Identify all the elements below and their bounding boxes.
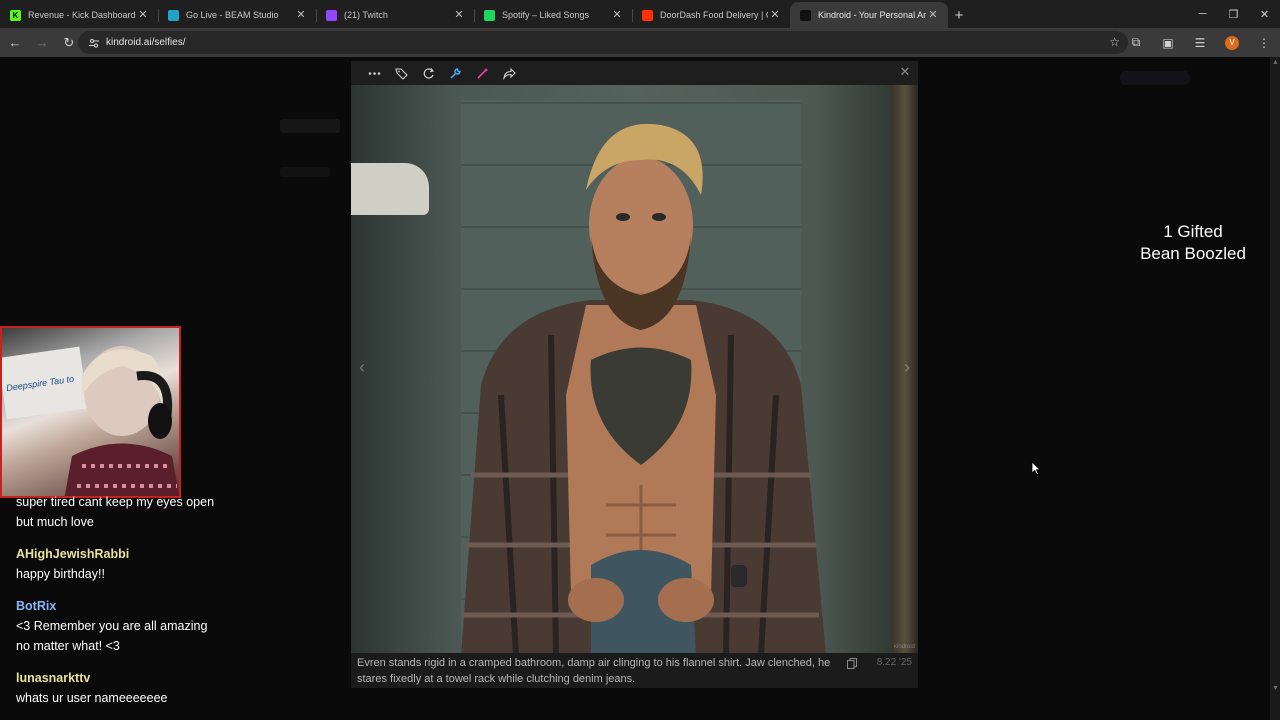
- gift-alert-line2: Bean Boozled: [1140, 244, 1246, 263]
- address-bar[interactable]: kindroid.ai/selfies/ ☆: [78, 31, 1128, 54]
- tab-favicon-icon: K: [10, 9, 21, 21]
- back-icon[interactable]: ←: [3, 31, 27, 55]
- profile-avatar[interactable]: V: [1225, 35, 1239, 50]
- tab-close-icon[interactable]: ✕: [294, 8, 308, 22]
- regenerate-icon[interactable]: [415, 63, 442, 83]
- new-tab-button[interactable]: +: [948, 2, 970, 28]
- tab-close-icon[interactable]: ✕: [452, 8, 466, 22]
- tab-favicon-icon: [326, 9, 337, 21]
- window-controls: ─ ❐ ✕: [1187, 0, 1280, 28]
- tab-close-icon[interactable]: ✕: [926, 8, 940, 22]
- forward-icon[interactable]: →: [30, 31, 54, 55]
- minimize-icon[interactable]: ─: [1187, 0, 1218, 28]
- share-icon[interactable]: [496, 63, 523, 83]
- chat-message: <3 Remember you are all amazing no matte…: [16, 619, 208, 653]
- tab-close-icon[interactable]: ✕: [136, 8, 150, 22]
- tab-favicon-icon: [484, 9, 495, 21]
- close-modal-icon[interactable]: ✕: [898, 65, 912, 79]
- chat-gap: [16, 532, 216, 544]
- chat-username: BotRix: [16, 599, 57, 613]
- background-nav-item: [280, 167, 330, 177]
- extensions-icon[interactable]: ⧉: [1120, 31, 1152, 55]
- tab-strip: K Revenue - Kick Dashboard ✕ Go Live - BEAM…: [0, 0, 948, 28]
- browser-tab[interactable]: DoorDash Food Delivery | Chec✕: [632, 2, 790, 28]
- bookmark-star-icon[interactable]: ☆: [1109, 35, 1120, 49]
- background-nav-item: [280, 119, 340, 133]
- streamer-figure: [64, 346, 179, 496]
- close-window-icon[interactable]: ✕: [1249, 0, 1280, 28]
- copy-icon[interactable]: [847, 658, 857, 669]
- selfie-image: ‹ › kindroid: [351, 85, 918, 653]
- background-badge: [1120, 71, 1190, 85]
- url-text: kindroid.ai/selfies/: [106, 37, 186, 48]
- gift-alert: 1 Gifted Bean Boozled: [1128, 221, 1258, 265]
- magic-wand-icon[interactable]: [469, 63, 496, 83]
- more-options-icon[interactable]: [361, 63, 388, 83]
- chat-overlay: super tired cant keep my eyes open but m…: [16, 492, 216, 708]
- chat-gap: [16, 584, 216, 596]
- chat-message: happy birthday!!: [16, 567, 105, 581]
- browser-tab[interactable]: Go Live - BEAM Studio ✕: [158, 2, 316, 28]
- next-image-icon[interactable]: ›: [904, 357, 910, 378]
- chat-message: whats ur user nameeeeeee: [16, 691, 168, 705]
- browser-tab[interactable]: (21) Twitch ✕: [316, 2, 474, 28]
- browser-toolbar: ← → ↻ kindroid.ai/selfies/ ☆ ⧉ ▣ ☰ V ⋮: [0, 28, 1280, 57]
- tab-title: Spotify – Liked Songs: [502, 10, 590, 20]
- media-control-icon[interactable]: ☰: [1184, 31, 1216, 55]
- tags-icon[interactable]: [388, 63, 415, 83]
- tab-title: Kindroid - Your Personal Artific: [818, 10, 926, 20]
- chat-username: AHighJewishRabbi: [16, 547, 130, 561]
- scroll-up-icon[interactable]: ▲: [1272, 59, 1279, 66]
- chat-message: super tired cant keep my eyes open but m…: [16, 495, 215, 529]
- selfie-date: 8.22 '25: [876, 657, 912, 668]
- tab-title: DoorDash Food Delivery | Chec: [660, 10, 768, 20]
- menu-kebab-icon[interactable]: ⋮: [1248, 31, 1280, 55]
- wall-fixture: [351, 163, 429, 215]
- browser-tab[interactable]: K Revenue - Kick Dashboard ✕: [0, 2, 158, 28]
- previous-image-icon[interactable]: ‹: [359, 357, 365, 378]
- chat-gap: [16, 656, 216, 668]
- browser-tab[interactable]: Kindroid - Your Personal Artific✕: [790, 2, 948, 28]
- tab-close-icon[interactable]: ✕: [610, 8, 624, 22]
- tab-favicon-icon: [168, 9, 179, 21]
- man-figure: [461, 123, 826, 653]
- selfie-caption: Evren stands rigid in a cramped bathroom…: [357, 657, 831, 685]
- image-watermark: kindroid: [893, 644, 915, 650]
- tab-title: Revenue - Kick Dashboard: [28, 10, 136, 20]
- tab-close-icon[interactable]: ✕: [768, 8, 782, 22]
- cast-icon[interactable]: ▣: [1152, 31, 1184, 55]
- scroll-down-icon[interactable]: ▼: [1272, 685, 1279, 692]
- tab-favicon-icon: [642, 9, 653, 21]
- mouse-cursor-icon: [1031, 461, 1041, 475]
- tab-title: (21) Twitch: [344, 10, 388, 20]
- site-settings-icon[interactable]: [88, 37, 100, 49]
- restore-icon[interactable]: ❐: [1218, 0, 1249, 28]
- selfie-viewer-modal: ✕ ‹ › kindroid Evren stands rigid in a c…: [351, 61, 918, 688]
- chat-username: lunasnarkttv: [16, 671, 91, 685]
- toolbar-right: ⧉ ▣ ☰ V ⋮: [1120, 28, 1280, 57]
- browser-tab[interactable]: Spotify – Liked Songs ✕: [474, 2, 632, 28]
- selfie-toolbar: ✕: [351, 61, 918, 85]
- browser-tab-bar: K Revenue - Kick Dashboard ✕ Go Live - BEAM…: [0, 0, 1280, 28]
- page-scrollbar[interactable]: ▲ ▼: [1270, 57, 1280, 720]
- gift-alert-line1: 1 Gifted: [1163, 222, 1223, 241]
- wrench-icon[interactable]: [442, 63, 469, 83]
- webcam-overlay: Deepspire Tau to: [0, 326, 181, 498]
- tab-favicon-icon: [800, 9, 811, 21]
- tab-title: Go Live - BEAM Studio: [186, 10, 279, 20]
